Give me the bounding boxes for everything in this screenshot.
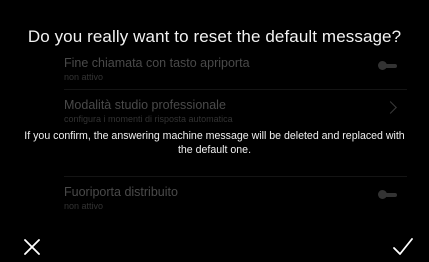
divider <box>64 89 407 90</box>
toggle-switch <box>378 190 397 199</box>
list-item-title: Fine chiamata con tasto apriporta <box>64 56 250 70</box>
list-item-title: Modalità studio professionale <box>64 98 226 112</box>
list-item: Fuoriporta distribuito non attivo <box>64 185 407 211</box>
list-item: Modalità studio professionale configura … <box>64 98 407 124</box>
list-item-title: Fuoriporta distribuito <box>64 185 178 199</box>
close-icon <box>24 239 40 255</box>
check-icon <box>393 238 413 255</box>
list-item-subtitle: non attivo <box>64 201 104 211</box>
cancel-button[interactable] <box>20 234 46 260</box>
dialog-title: Do you really want to reset the default … <box>27 27 402 46</box>
list-item-subtitle: configura i momenti di risposta automati… <box>64 114 233 124</box>
confirm-button[interactable] <box>390 234 416 260</box>
list-item-subtitle: non attivo <box>64 72 104 82</box>
toggle-switch <box>378 61 397 70</box>
divider <box>64 176 407 177</box>
dialog-message: If you confirm, the answering machine me… <box>24 130 405 156</box>
list-item: Fine chiamata con tasto apriporta non at… <box>64 56 407 82</box>
